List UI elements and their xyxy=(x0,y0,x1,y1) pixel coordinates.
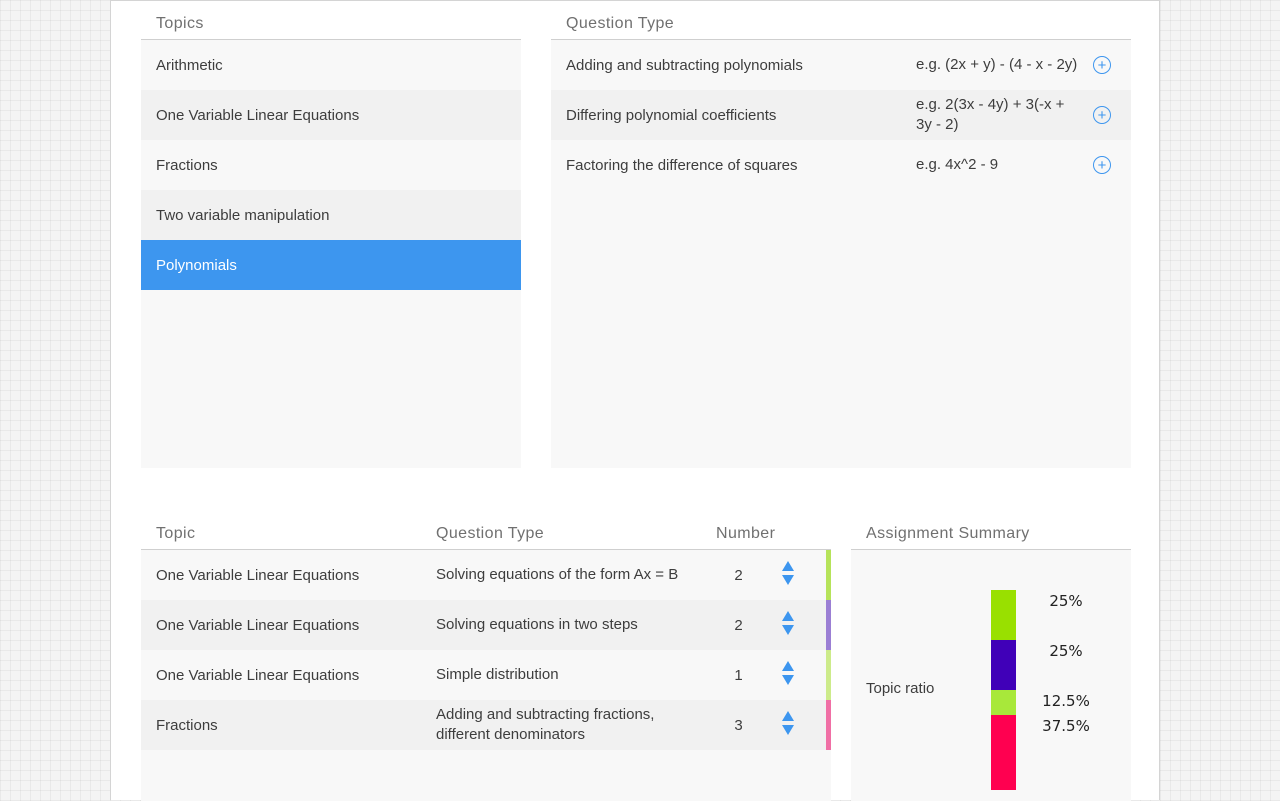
table-row: Fractions Adding and subtracting fractio… xyxy=(141,700,831,750)
row-question-type: Adding and subtracting fractions, differ… xyxy=(436,706,655,743)
ratio-percent-label: 12.5% xyxy=(1042,692,1090,710)
table-row: One Variable Linear Equations Solving eq… xyxy=(141,550,831,600)
row-number: 2 xyxy=(734,566,743,584)
question-type-example: e.g. (2x + y) - (4 - x - 2y) xyxy=(916,56,1078,73)
number-stepper[interactable] xyxy=(781,661,795,689)
question-type-row[interactable]: Factoring the difference of squares e.g.… xyxy=(551,140,1131,190)
table-row: One Variable Linear Equations Solving eq… xyxy=(141,600,831,650)
ratio-bar-segment xyxy=(991,590,1016,640)
question-type-example: e.g. 2(3x - 4y) + 3(-x + 3y - 2) xyxy=(916,96,1065,133)
row-number: 3 xyxy=(734,716,743,734)
question-type-name: Adding and subtracting polynomials xyxy=(566,56,803,74)
plus-circle-icon[interactable]: + xyxy=(1093,106,1111,124)
arrow-down-icon[interactable] xyxy=(782,575,794,585)
question-type-name: Factoring the difference of squares xyxy=(566,156,798,174)
row-topic: Fractions xyxy=(156,716,218,734)
assignment-table: One Variable Linear Equations Solving eq… xyxy=(141,550,831,801)
row-number: 2 xyxy=(734,616,743,634)
ratio-bar-segment xyxy=(991,715,1016,790)
topic-label: Polynomials xyxy=(156,256,237,274)
plus-circle-icon[interactable]: + xyxy=(1093,156,1111,174)
arrow-down-icon[interactable] xyxy=(782,725,794,735)
arrow-down-icon[interactable] xyxy=(782,625,794,635)
topic-label: Two variable manipulation xyxy=(156,206,330,224)
topics-header: Topics xyxy=(141,1,521,40)
page-sheet: Topics Arithmetic One Variable Linear Eq… xyxy=(110,0,1160,801)
assignment-table-header: Topic Question Type Number xyxy=(141,511,831,550)
question-type-name: Differing polynomial coefficients xyxy=(566,106,777,124)
number-stepper[interactable] xyxy=(781,711,795,739)
row-topic: One Variable Linear Equations xyxy=(156,566,360,584)
question-type-example: e.g. 4x^2 - 9 xyxy=(916,156,999,173)
topic-color-strip xyxy=(826,550,831,600)
ratio-percent-label: 25% xyxy=(1049,642,1083,660)
number-stepper[interactable] xyxy=(781,561,795,589)
arrow-up-icon[interactable] xyxy=(782,661,794,671)
table-row: One Variable Linear Equations Simple dis… xyxy=(141,650,831,700)
topic-item-polynomials[interactable]: Polynomials xyxy=(141,240,521,290)
topic-item-one-variable-linear-equations[interactable]: One Variable Linear Equations xyxy=(141,90,521,140)
topic-color-strip xyxy=(826,600,831,650)
ratio-percent-label: 25% xyxy=(1049,592,1083,610)
topic-item-two-variable-manipulation[interactable]: Two variable manipulation xyxy=(141,190,521,240)
arrow-up-icon[interactable] xyxy=(782,561,794,571)
arrow-up-icon[interactable] xyxy=(782,611,794,621)
arrow-up-icon[interactable] xyxy=(782,711,794,721)
plus-circle-icon[interactable]: + xyxy=(1093,56,1111,74)
topic-item-fractions[interactable]: Fractions xyxy=(141,140,521,190)
topic-label: Fractions xyxy=(156,156,218,174)
assignment-summary-header: Assignment Summary xyxy=(851,511,1131,550)
row-topic: One Variable Linear Equations xyxy=(156,616,360,634)
assignment-summary-panel: Topic ratio 25% 25% 12.5% 37.5% xyxy=(851,550,1131,801)
row-question-type: Solving equations in two steps xyxy=(436,616,638,633)
arrow-down-icon[interactable] xyxy=(782,675,794,685)
question-type-panel: Adding and subtracting polynomials e.g. … xyxy=(551,40,1131,468)
number-stepper[interactable] xyxy=(781,611,795,639)
topic-color-strip xyxy=(826,700,831,750)
row-question-type: Solving equations of the form Ax = B xyxy=(436,566,679,583)
question-type-header: Question Type xyxy=(551,1,1131,40)
topic-ratio-label: Topic ratio xyxy=(866,680,935,697)
question-type-row[interactable]: Differing polynomial coefficients e.g. 2… xyxy=(551,90,1131,140)
topic-item-arithmetic[interactable]: Arithmetic xyxy=(141,40,521,90)
question-type-row[interactable]: Adding and subtracting polynomials e.g. … xyxy=(551,40,1131,90)
topic-label: Arithmetic xyxy=(156,56,223,74)
ratio-percent-label: 37.5% xyxy=(1042,717,1090,735)
topics-panel: Arithmetic One Variable Linear Equations… xyxy=(141,40,521,468)
row-topic: One Variable Linear Equations xyxy=(156,666,360,684)
ratio-bar-segment xyxy=(991,690,1016,715)
row-number: 1 xyxy=(734,666,743,684)
row-question-type: Simple distribution xyxy=(436,666,559,683)
topic-label: One Variable Linear Equations xyxy=(156,106,360,124)
ratio-bar-segment xyxy=(991,640,1016,690)
topic-color-strip xyxy=(826,650,831,700)
